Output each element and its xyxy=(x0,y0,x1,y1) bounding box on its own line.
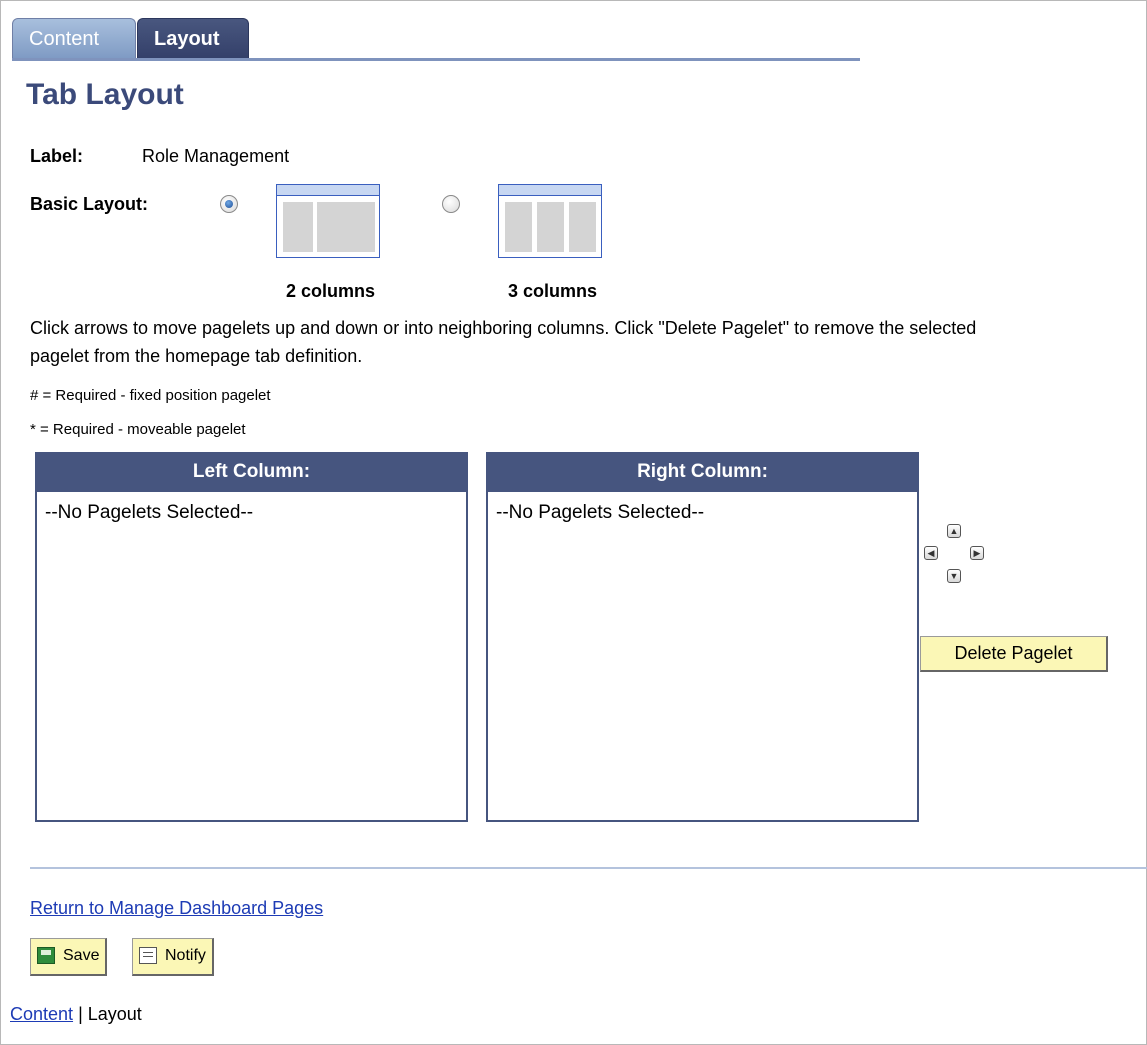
label-field-label: Label: xyxy=(30,146,84,166)
page-title: Tab Layout xyxy=(26,78,184,111)
three-column-layout-icon xyxy=(498,184,602,258)
notify-button[interactable]: Notify xyxy=(132,938,214,976)
footer-item-layout: Layout xyxy=(87,1004,142,1024)
delete-pagelet-button[interactable]: Delete Pagelet xyxy=(920,636,1108,672)
tab-layout[interactable]: Layout xyxy=(137,18,249,58)
footer-nav: Content | Layout xyxy=(10,1004,142,1025)
radio-3-columns[interactable] xyxy=(442,195,460,213)
caption-3-columns: 3 columns xyxy=(508,281,598,301)
left-column-header: Left Column: xyxy=(37,454,466,492)
caption-2-columns: 2 columns xyxy=(286,281,376,301)
down-arrow-icon[interactable]: ▼ xyxy=(947,569,961,583)
legend-fixed: # = Required - fixed position pagelet xyxy=(30,387,271,404)
two-column-layout-icon xyxy=(276,184,380,258)
left-arrow-icon[interactable]: ◀ xyxy=(924,546,938,560)
tab-content[interactable]: Content xyxy=(12,18,136,58)
legend-moveable: * = Required - moveable pagelet xyxy=(30,421,246,438)
notify-button-label: Notify xyxy=(165,947,206,964)
save-icon xyxy=(37,947,55,964)
save-button-label: Save xyxy=(63,947,100,964)
footer-link-content[interactable]: Content xyxy=(10,1004,73,1024)
list-item[interactable]: --No Pagelets Selected-- xyxy=(45,502,458,524)
divider xyxy=(30,867,1147,869)
left-column-panel: Left Column: --No Pagelets Selected-- xyxy=(35,452,468,822)
return-link[interactable]: Return to Manage Dashboard Pages xyxy=(30,898,323,919)
label-field-value: Role Management xyxy=(142,146,290,166)
right-arrow-icon[interactable]: ▶ xyxy=(970,546,984,560)
footer-separator: | xyxy=(78,1004,83,1024)
radio-2-columns[interactable] xyxy=(220,195,238,213)
right-column-panel: Right Column: --No Pagelets Selected-- xyxy=(486,452,919,822)
up-arrow-icon[interactable]: ▲ xyxy=(947,524,961,538)
right-column-header: Right Column: xyxy=(488,454,917,492)
list-item[interactable]: --No Pagelets Selected-- xyxy=(496,502,909,524)
notify-icon xyxy=(139,947,157,964)
basic-layout-label: Basic Layout: xyxy=(30,194,149,214)
tab-underline xyxy=(12,58,860,61)
save-button[interactable]: Save xyxy=(30,938,108,976)
instructions-text: Click arrows to move pagelets up and dow… xyxy=(30,318,977,366)
